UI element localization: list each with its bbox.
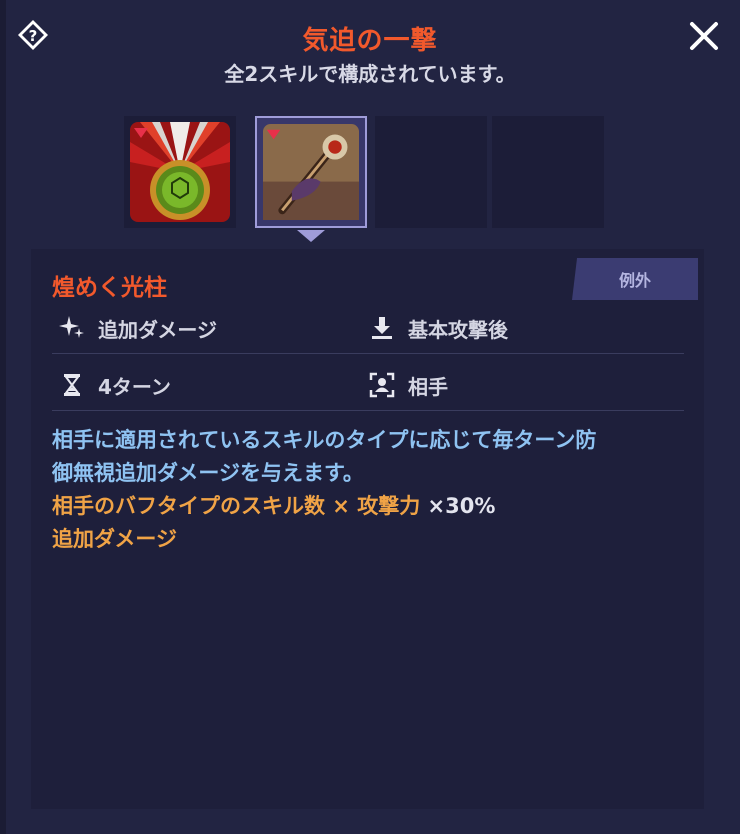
divider bbox=[52, 353, 684, 354]
skill-info-panel: ? 気迫の一撃 全2スキルで構成されています。 例外 煌めく光柱 追加ダメージ … bbox=[0, 0, 740, 834]
attr-duration-label: 4ターン bbox=[98, 374, 171, 399]
panel-edge bbox=[0, 0, 6, 834]
attr-target: 相手 bbox=[368, 370, 448, 400]
attr-effect: 追加ダメージ bbox=[58, 313, 217, 343]
target-person-icon bbox=[369, 372, 395, 398]
hourglass-icon bbox=[64, 374, 80, 396]
attr-target-label: 相手 bbox=[408, 374, 448, 399]
skill-slot-3-empty bbox=[375, 116, 487, 228]
skill-name: 煌めく光柱 bbox=[52, 275, 167, 301]
attr-timing: 基本攻撃後 bbox=[368, 313, 508, 343]
divider bbox=[52, 410, 684, 411]
selection-pointer bbox=[297, 230, 325, 242]
skill-slot-1[interactable] bbox=[124, 116, 236, 228]
desc-line-2: 御無視追加ダメージを与えます。 bbox=[52, 457, 692, 490]
skill-tag-badge: 例外 bbox=[572, 258, 698, 300]
skill-slot-2[interactable] bbox=[255, 116, 367, 228]
desc-line-1: 相手に適用されているスキルのタイプに応じて毎ターン防 bbox=[52, 428, 597, 452]
download-arrow-icon bbox=[372, 317, 392, 339]
attr-duration: 4ターン bbox=[58, 370, 171, 400]
desc-formula-line: 相手のバフタイプのスキル数 × 攻撃力 ×30% bbox=[52, 490, 692, 523]
attr-effect-label: 追加ダメージ bbox=[98, 317, 217, 342]
skill-slot-4-empty bbox=[492, 116, 604, 228]
skill-description: 相手に適用されているスキルのタイプに応じて毎ターン防 御無視追加ダメージを与えま… bbox=[52, 424, 692, 556]
desc-line-2-text: 御無視追加ダメージを与えます。 bbox=[52, 461, 364, 485]
staff-skill-icon bbox=[263, 124, 359, 220]
desc-formula-mult: ×30% bbox=[420, 494, 496, 518]
desc-formula-tail: 追加ダメージ bbox=[52, 527, 177, 551]
desc-formula-part: 相手のバフタイプのスキル数 × 攻撃力 bbox=[52, 494, 421, 518]
sparkle-icon bbox=[59, 316, 84, 338]
close-icon[interactable] bbox=[686, 18, 722, 54]
attr-timing-label: 基本攻撃後 bbox=[408, 317, 508, 342]
emblem-orb-skill-icon bbox=[130, 122, 230, 222]
page-subtitle: 全2スキルで構成されています。 bbox=[224, 62, 516, 86]
page-title: 気迫の一撃 bbox=[302, 26, 438, 56]
